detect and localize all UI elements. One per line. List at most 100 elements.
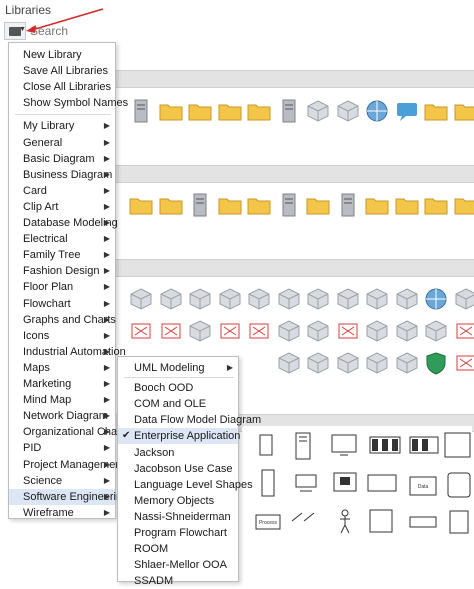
red-icon[interactable] bbox=[217, 318, 243, 344]
submenu-item-data-flow-model-diagram[interactable]: Data Flow Model Diagram bbox=[118, 412, 238, 428]
menu-category-graphs-and-charts[interactable]: Graphs and Charts▶ bbox=[9, 312, 115, 328]
folder-icon[interactable] bbox=[128, 192, 154, 218]
cube-icon[interactable] bbox=[364, 318, 390, 344]
cube-icon[interactable] bbox=[394, 286, 420, 312]
menu-item-new-library[interactable]: New Library bbox=[9, 47, 115, 63]
globe-icon[interactable] bbox=[423, 286, 449, 312]
cube-icon[interactable] bbox=[276, 286, 302, 312]
cube-icon[interactable] bbox=[335, 286, 361, 312]
submenu-item-uml-modeling[interactable]: UML Modeling▶ bbox=[118, 360, 238, 376]
menu-category-marketing[interactable]: Marketing▶ bbox=[9, 376, 115, 392]
cube-icon[interactable] bbox=[423, 318, 449, 344]
cube-icon[interactable] bbox=[128, 286, 154, 312]
menu-item-save-all-libraries[interactable]: Save All Libraries bbox=[9, 63, 115, 79]
cube-icon[interactable] bbox=[187, 318, 213, 344]
menu-category-general[interactable]: General▶ bbox=[9, 135, 115, 151]
menu-item-show-symbol-names[interactable]: Show Symbol Names bbox=[9, 95, 115, 111]
shield-icon[interactable] bbox=[423, 350, 449, 376]
cube-icon[interactable] bbox=[305, 350, 331, 376]
folder-icon[interactable] bbox=[246, 98, 272, 124]
server-icon[interactable] bbox=[276, 192, 302, 218]
folder-icon[interactable] bbox=[423, 192, 449, 218]
submenu-item-jackson[interactable]: Jackson bbox=[118, 445, 238, 461]
submenu-item-ssadm[interactable]: SSADM bbox=[118, 573, 238, 589]
chat-icon[interactable] bbox=[394, 98, 420, 124]
menu-category-clip-art[interactable]: Clip Art▶ bbox=[9, 199, 115, 215]
cube-icon[interactable] bbox=[305, 286, 331, 312]
menu-category-family-tree[interactable]: Family Tree▶ bbox=[9, 247, 115, 263]
submenu-item-booch-ood[interactable]: Booch OOD bbox=[118, 380, 238, 396]
globe-icon[interactable] bbox=[364, 98, 390, 124]
cube-icon[interactable] bbox=[276, 350, 302, 376]
menu-category-mind-map[interactable]: Mind Map▶ bbox=[9, 392, 115, 408]
folder-icon[interactable] bbox=[246, 192, 272, 218]
menu-category-card[interactable]: Card▶ bbox=[9, 183, 115, 199]
submenu-item-label: Shlaer-Mellor OOA bbox=[134, 559, 227, 571]
cube-icon[interactable] bbox=[217, 286, 243, 312]
folder-icon[interactable] bbox=[217, 98, 243, 124]
folder-icon[interactable] bbox=[305, 192, 331, 218]
submenu-item-com-and-ole[interactable]: COM and OLE bbox=[118, 396, 238, 412]
menu-category-flowchart[interactable]: Flowchart▶ bbox=[9, 296, 115, 312]
cube-icon[interactable] bbox=[335, 98, 361, 124]
menu-item-close-all-libraries[interactable]: Close All Libraries bbox=[9, 79, 115, 95]
cube-icon[interactable] bbox=[453, 286, 474, 312]
menu-category-database-modeling[interactable]: Database Modeling▶ bbox=[9, 215, 115, 231]
menu-category-wireframe[interactable]: Wireframe▶ bbox=[9, 505, 115, 521]
folder-icon[interactable] bbox=[158, 192, 184, 218]
menu-category-maps[interactable]: Maps▶ bbox=[9, 360, 115, 376]
submenu-item-shlaer-mellor-ooa[interactable]: Shlaer-Mellor OOA bbox=[118, 557, 238, 573]
menu-category-electrical[interactable]: Electrical▶ bbox=[9, 231, 115, 247]
cube-icon[interactable] bbox=[246, 286, 272, 312]
cube-icon[interactable] bbox=[276, 318, 302, 344]
red-icon[interactable] bbox=[453, 350, 474, 376]
cube-icon[interactable] bbox=[305, 98, 331, 124]
submenu-item-memory-objects[interactable]: Memory Objects bbox=[118, 493, 238, 509]
menu-category-pid[interactable]: PID▶ bbox=[9, 440, 115, 456]
cube-icon[interactable] bbox=[364, 286, 390, 312]
folder-icon[interactable] bbox=[394, 192, 420, 218]
submenu-item-jacobson-use-case[interactable]: Jacobson Use Case bbox=[118, 461, 238, 477]
server-icon[interactable] bbox=[187, 192, 213, 218]
folder-icon[interactable] bbox=[217, 192, 243, 218]
menu-category-business-diagram[interactable]: Business Diagram▶ bbox=[9, 167, 115, 183]
cube-icon[interactable] bbox=[364, 350, 390, 376]
menu-category-project-management[interactable]: Project Management▶ bbox=[9, 457, 115, 473]
cube-icon[interactable] bbox=[394, 318, 420, 344]
folder-icon[interactable] bbox=[423, 98, 449, 124]
menu-category-industrial-automation[interactable]: Industrial Automation▶ bbox=[9, 344, 115, 360]
menu-category-icons[interactable]: Icons▶ bbox=[9, 328, 115, 344]
menu-category-fashion-design[interactable]: Fashion Design▶ bbox=[9, 263, 115, 279]
folder-icon[interactable] bbox=[453, 192, 474, 218]
folder-icon[interactable] bbox=[187, 98, 213, 124]
cube-icon[interactable] bbox=[335, 350, 361, 376]
red-icon[interactable] bbox=[128, 318, 154, 344]
menu-category-science[interactable]: Science▶ bbox=[9, 473, 115, 489]
submenu-item-nassi-shneiderman[interactable]: Nassi-Shneiderman bbox=[118, 509, 238, 525]
menu-category-network-diagram[interactable]: Network Diagram▶ bbox=[9, 408, 115, 424]
cube-icon[interactable] bbox=[158, 286, 184, 312]
submenu-item-enterprise-application[interactable]: ✔Enterprise Application bbox=[118, 428, 238, 444]
menu-category-floor-plan[interactable]: Floor Plan▶ bbox=[9, 279, 115, 295]
red-icon[interactable] bbox=[246, 318, 272, 344]
cube-icon[interactable] bbox=[394, 350, 420, 376]
menu-category-software-engineering[interactable]: Software Engineering▶ bbox=[9, 489, 115, 505]
submenu-item-program-flowchart[interactable]: Program Flowchart bbox=[118, 525, 238, 541]
server-icon[interactable] bbox=[335, 192, 361, 218]
folder-icon[interactable] bbox=[453, 98, 474, 124]
menu-category-my-library[interactable]: My Library▶ bbox=[9, 118, 115, 134]
menu-category-basic-diagram[interactable]: Basic Diagram▶ bbox=[9, 151, 115, 167]
cube-icon[interactable] bbox=[305, 318, 331, 344]
red-icon[interactable] bbox=[158, 318, 184, 344]
cube-icon[interactable] bbox=[187, 286, 213, 312]
submenu-item-room[interactable]: ROOM bbox=[118, 541, 238, 557]
red-icon[interactable] bbox=[453, 318, 474, 344]
folder-icon[interactable] bbox=[364, 192, 390, 218]
server-icon[interactable] bbox=[128, 98, 154, 124]
chevron-down-icon: ▼ bbox=[19, 26, 26, 33]
folder-icon[interactable] bbox=[158, 98, 184, 124]
red-icon[interactable] bbox=[335, 318, 361, 344]
menu-category-organizational-chart[interactable]: Organizational Chart▶ bbox=[9, 424, 115, 440]
submenu-item-language-level-shapes[interactable]: Language Level Shapes bbox=[118, 477, 238, 493]
server-icon[interactable] bbox=[276, 98, 302, 124]
